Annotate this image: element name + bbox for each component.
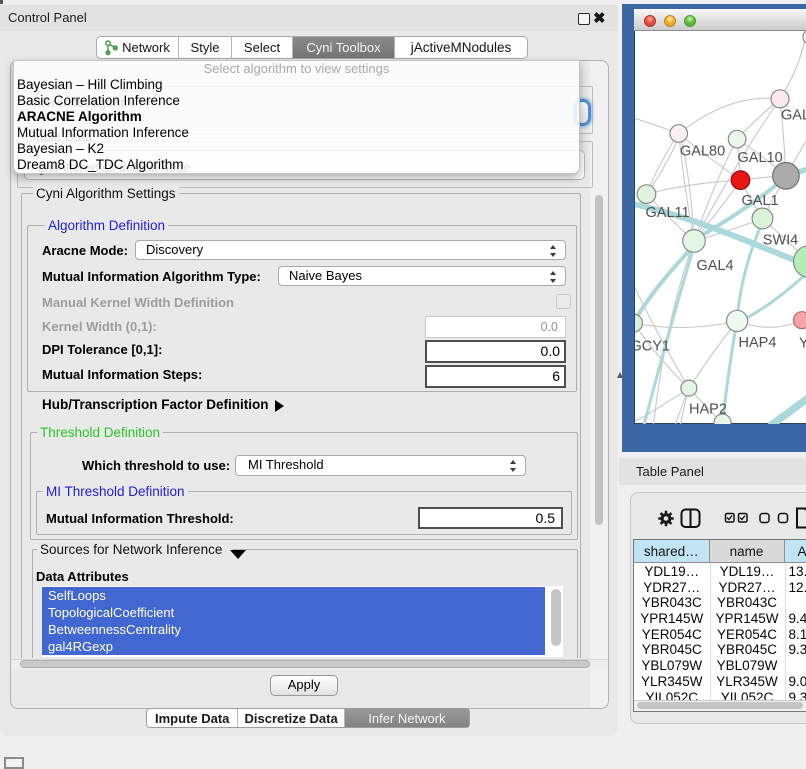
svg-text:GAL10: GAL10 [738,150,783,166]
svg-text:HAP4: HAP4 [739,335,777,351]
svg-text:GAL11: GAL11 [646,205,690,221]
svg-text:GAL80: GAL80 [680,144,725,160]
svg-text:GAL4: GAL4 [697,258,734,274]
svg-text:GAL7: GAL7 [781,108,806,124]
svg-text:GCY1: GCY1 [635,339,670,355]
svg-text:Y: Y [799,336,806,352]
svg-text:HAP2: HAP2 [689,402,727,418]
svg-text:GAL1: GAL1 [742,193,779,209]
svg-text:SWI4: SWI4 [763,233,798,249]
